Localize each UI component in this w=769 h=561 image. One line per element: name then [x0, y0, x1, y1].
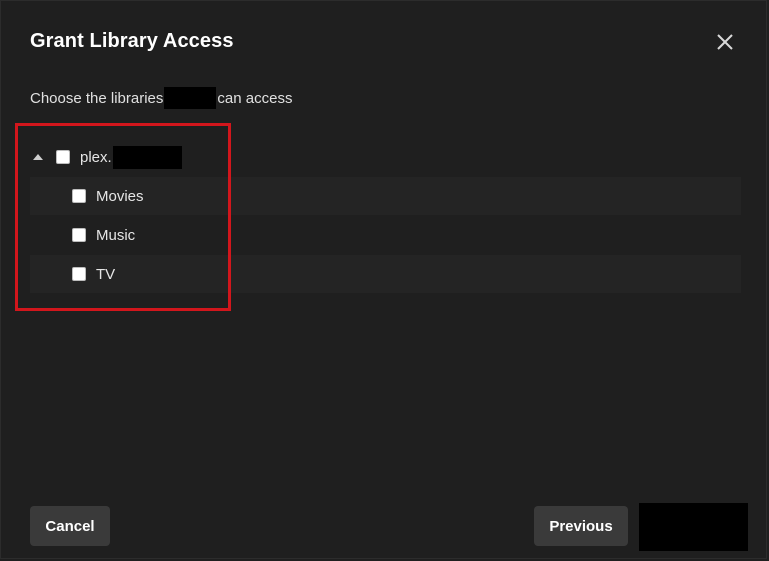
- subtitle-text-after: can access: [217, 89, 293, 107]
- redacted-username: [164, 87, 217, 109]
- grant-library-access-dialog: Grant Library Access Choose the librarie…: [0, 0, 767, 559]
- previous-button[interactable]: Previous: [534, 506, 628, 546]
- redacted-next-button[interactable]: [639, 503, 748, 551]
- close-button[interactable]: [714, 31, 736, 53]
- cancel-button[interactable]: Cancel: [30, 506, 110, 546]
- subtitle-text-before: Choose the libraries: [30, 89, 164, 107]
- dialog-title: Grant Library Access: [30, 30, 234, 52]
- highlight-annotation-box: [15, 123, 231, 311]
- dialog-subtitle: Choose the libraries can access: [30, 87, 292, 109]
- close-icon: [717, 34, 733, 50]
